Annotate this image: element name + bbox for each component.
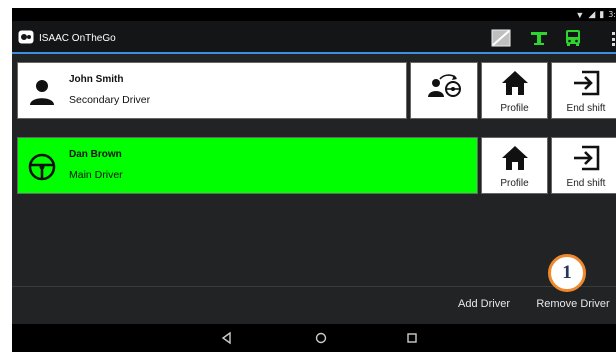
person-icon xyxy=(30,80,54,105)
profile-label: Profile xyxy=(500,178,529,189)
device-screen: ▼ ◢ ▮ 3: ISAAC OnTheGo John Smith Second… xyxy=(12,8,616,352)
step-callout-badge: 1 xyxy=(548,254,586,292)
back-icon[interactable] xyxy=(220,331,234,345)
profile-button[interactable]: Profile xyxy=(481,137,548,194)
switch-driver-icon xyxy=(428,74,461,97)
bus-icon[interactable] xyxy=(563,29,583,47)
app-bar: ISAAC OnTheGo xyxy=(12,21,616,54)
driver-card[interactable]: Dan Brown Main Driver xyxy=(17,137,478,194)
recents-icon[interactable] xyxy=(405,331,419,345)
driver-row-secondary: John Smith Secondary Driver Profile End … xyxy=(17,62,616,119)
driver-row-main: Dan Brown Main Driver Profile End shift xyxy=(17,137,616,194)
end-shift-label: End shift xyxy=(566,103,606,114)
profile-button[interactable]: Profile xyxy=(481,62,548,119)
end-shift-button[interactable]: End shift xyxy=(551,62,616,119)
add-driver-button[interactable]: Add Driver xyxy=(448,291,520,317)
driver-role: Main Driver xyxy=(69,169,123,181)
wifi-icon: ▼ xyxy=(575,9,585,20)
system-nav-bar xyxy=(12,324,616,352)
battery-icon: ▮ xyxy=(599,9,605,19)
driver-card[interactable]: John Smith Secondary Driver xyxy=(17,62,407,119)
driver-name: John Smith xyxy=(69,74,124,85)
app-title: ISAAC OnTheGo xyxy=(39,33,116,44)
make-main-driver-button[interactable] xyxy=(410,62,478,119)
end-shift-label: End shift xyxy=(566,178,606,189)
tachograph-icon[interactable] xyxy=(491,29,511,47)
status-bar: ▼ ◢ ▮ 3: xyxy=(12,8,616,21)
exit-icon xyxy=(574,70,600,96)
footer-divider xyxy=(12,286,616,287)
driver-role: Secondary Driver xyxy=(69,94,151,106)
end-shift-button[interactable]: End shift xyxy=(551,137,616,194)
driver-name: Dan Brown xyxy=(69,149,122,160)
exit-icon xyxy=(574,145,600,171)
home-nav-icon[interactable] xyxy=(314,331,328,345)
app-logo-icon xyxy=(18,30,34,44)
overflow-menu-icon[interactable] xyxy=(612,32,616,46)
profile-label: Profile xyxy=(500,103,529,114)
clock: 3: xyxy=(608,10,616,19)
signal-icon: ◢ xyxy=(588,9,596,19)
steering-wheel-icon xyxy=(28,153,56,181)
home-icon xyxy=(501,71,528,95)
remove-driver-button[interactable]: Remove Driver xyxy=(530,291,616,317)
home-icon xyxy=(501,146,528,170)
signal-icon[interactable] xyxy=(529,29,549,47)
